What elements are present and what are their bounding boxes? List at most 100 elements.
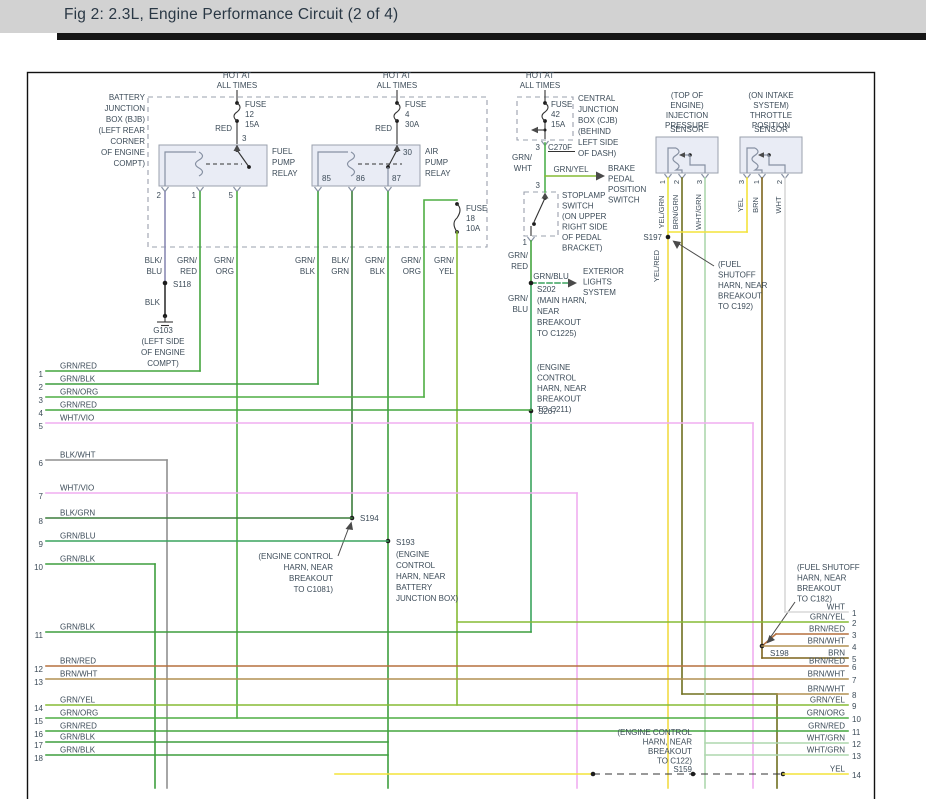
tps-title: (ON INTAKE	[748, 91, 793, 100]
wire-color-label: BLK	[300, 267, 316, 276]
row-number-left: 13	[34, 678, 43, 687]
g103-label: (LEFT SIDE	[142, 337, 185, 346]
sensor-pin-number: 1	[752, 180, 761, 184]
grn-red-label: RED	[511, 262, 528, 271]
fuse4-label: 30A	[405, 120, 420, 129]
row-number-left: 5	[39, 422, 44, 431]
air-pump-relay-label: PUMP	[425, 158, 448, 167]
row-number-right: 7	[852, 676, 857, 685]
row-number-right: 14	[852, 771, 861, 780]
row-number-left: 2	[39, 383, 44, 392]
tps-title: SYSTEM)	[753, 101, 789, 110]
blk-label: BLK	[145, 298, 161, 307]
row-number-right: 10	[852, 715, 861, 724]
wire-color-label: GRN	[331, 267, 349, 276]
row-number-right: 4	[852, 643, 857, 652]
s193-block: CONTROL	[396, 561, 436, 570]
fuse12-label: 15A	[245, 120, 260, 129]
wire-color-label: GRN/RED	[60, 722, 97, 731]
cjb-label: BOX (CJB)	[578, 116, 618, 125]
brake-pedal-label: PEDAL	[608, 175, 635, 184]
wire-color-label: BLK/WHT	[60, 451, 96, 460]
wire-color-label: BRN/WHT	[808, 670, 845, 679]
wire-color-label-vertical: WHT	[774, 196, 783, 213]
row-number-left: 18	[34, 754, 43, 763]
pin30-label: 30	[403, 148, 412, 157]
splice-s118	[163, 281, 168, 286]
sensor-pin-number: 1	[658, 180, 667, 184]
red-label-2: RED	[375, 124, 392, 133]
s193-block: (ENGINE	[396, 550, 429, 559]
s267-block: BREAKOUT	[537, 395, 581, 404]
c182-block: HARN, NEAR	[797, 574, 847, 583]
cjb-label: OF DASH)	[578, 149, 617, 158]
c182-block: (FUEL SHUTOFF	[797, 563, 860, 572]
pin86-label: 86	[356, 174, 365, 183]
row-number-right: 11	[852, 728, 861, 737]
pin1-stoplamp: 1	[523, 238, 528, 247]
wire-color-label: GRN/ORG	[807, 709, 845, 718]
wire-color-label-vertical: WHT/GRN	[694, 194, 703, 230]
wire-color-label: GRN/YEL	[60, 696, 96, 705]
s193-block: HARN, NEAR	[396, 572, 446, 581]
row-number-right: 9	[852, 702, 857, 711]
c192-block: HARN, NEAR	[718, 281, 768, 290]
fuel-pump-relay-label: RELAY	[272, 169, 298, 178]
grn-blu-label: GRN/	[508, 294, 529, 303]
hot-at-all-times-2: ALL TIMES	[377, 81, 417, 90]
c1081-block: BREAKOUT	[289, 574, 333, 583]
wire-color-label: GRN/BLK	[60, 375, 96, 384]
sensor-pin-number: 3	[695, 180, 704, 184]
c182-block: TO C182)	[797, 595, 832, 604]
s202-block: BREAKOUT	[537, 318, 581, 327]
grn-wht-label: WHT	[514, 164, 532, 173]
wire-color-label: GRN/BLU	[60, 532, 96, 541]
wire-color-label: BLK/	[332, 256, 350, 265]
row-number-right: 3	[852, 631, 857, 640]
row-number-left: 16	[34, 730, 43, 739]
fuel-pump-relay-label: FUEL	[272, 147, 293, 156]
hot-at-all-times-3: HOT AT	[526, 71, 554, 80]
pin85-label: 85	[322, 174, 331, 183]
pin3-stoplamp: 3	[536, 181, 541, 190]
row-number-right: 12	[852, 740, 861, 749]
wire-color-label: BRN/WHT	[808, 685, 845, 694]
ips-title-overlap: SENSOR	[670, 125, 704, 134]
hot-at-all-times-1: ALL TIMES	[217, 81, 257, 90]
feed-lines	[237, 90, 545, 144]
c1081-block: HARN, NEAR	[284, 563, 334, 572]
g103-label: OF ENGINE	[141, 348, 185, 357]
wire-color-label-vertical: YEL/RED	[652, 249, 661, 282]
wire-color-label: GRN/	[434, 256, 455, 265]
g103-label: G103	[153, 326, 173, 335]
s267-label: S267	[538, 407, 557, 416]
s159-label: S159	[673, 765, 692, 774]
row-number-left: 8	[39, 517, 44, 526]
c192-block: (FUEL	[718, 260, 742, 269]
wire-color-label: GRN/	[177, 256, 198, 265]
cjb-label: CENTRAL	[578, 94, 616, 103]
red-label-1: RED	[215, 124, 232, 133]
row-number-left: 11	[35, 631, 44, 640]
c122-block: (ENGINE CONTROL	[617, 728, 692, 737]
bjb-label: (LEFT REAR	[98, 126, 145, 135]
hot-at-all-times-2: HOT AT	[383, 71, 411, 80]
brake-pedal-label: SWITCH	[608, 196, 640, 205]
pin87-label: 87	[392, 174, 401, 183]
s267-block: CONTROL	[537, 374, 577, 383]
row-number-left: 4	[39, 409, 44, 418]
bjb-label: OF ENGINE	[101, 148, 145, 157]
wire-color-label: BLK	[370, 267, 386, 276]
wire-color-label: BLK/GRN	[60, 509, 95, 518]
s193-label: S193	[396, 538, 415, 547]
figure-page: Fig 2: 2.3L, Engine Performance Circuit …	[0, 0, 926, 799]
splice-s197	[666, 235, 671, 240]
bjb-label: BOX (BJB)	[106, 115, 145, 124]
grn-yel-label: GRN/YEL	[553, 165, 589, 174]
wire-color-label: GRN/BLK	[60, 623, 96, 632]
brake-pedal-label: BRAKE	[608, 164, 635, 173]
wire-color-label: YEL	[830, 765, 846, 774]
c192-block: BREAKOUT	[718, 292, 762, 301]
air-pump-relay-label: AIR	[425, 147, 439, 156]
wire-color-label: WHT/VIO	[60, 484, 94, 493]
